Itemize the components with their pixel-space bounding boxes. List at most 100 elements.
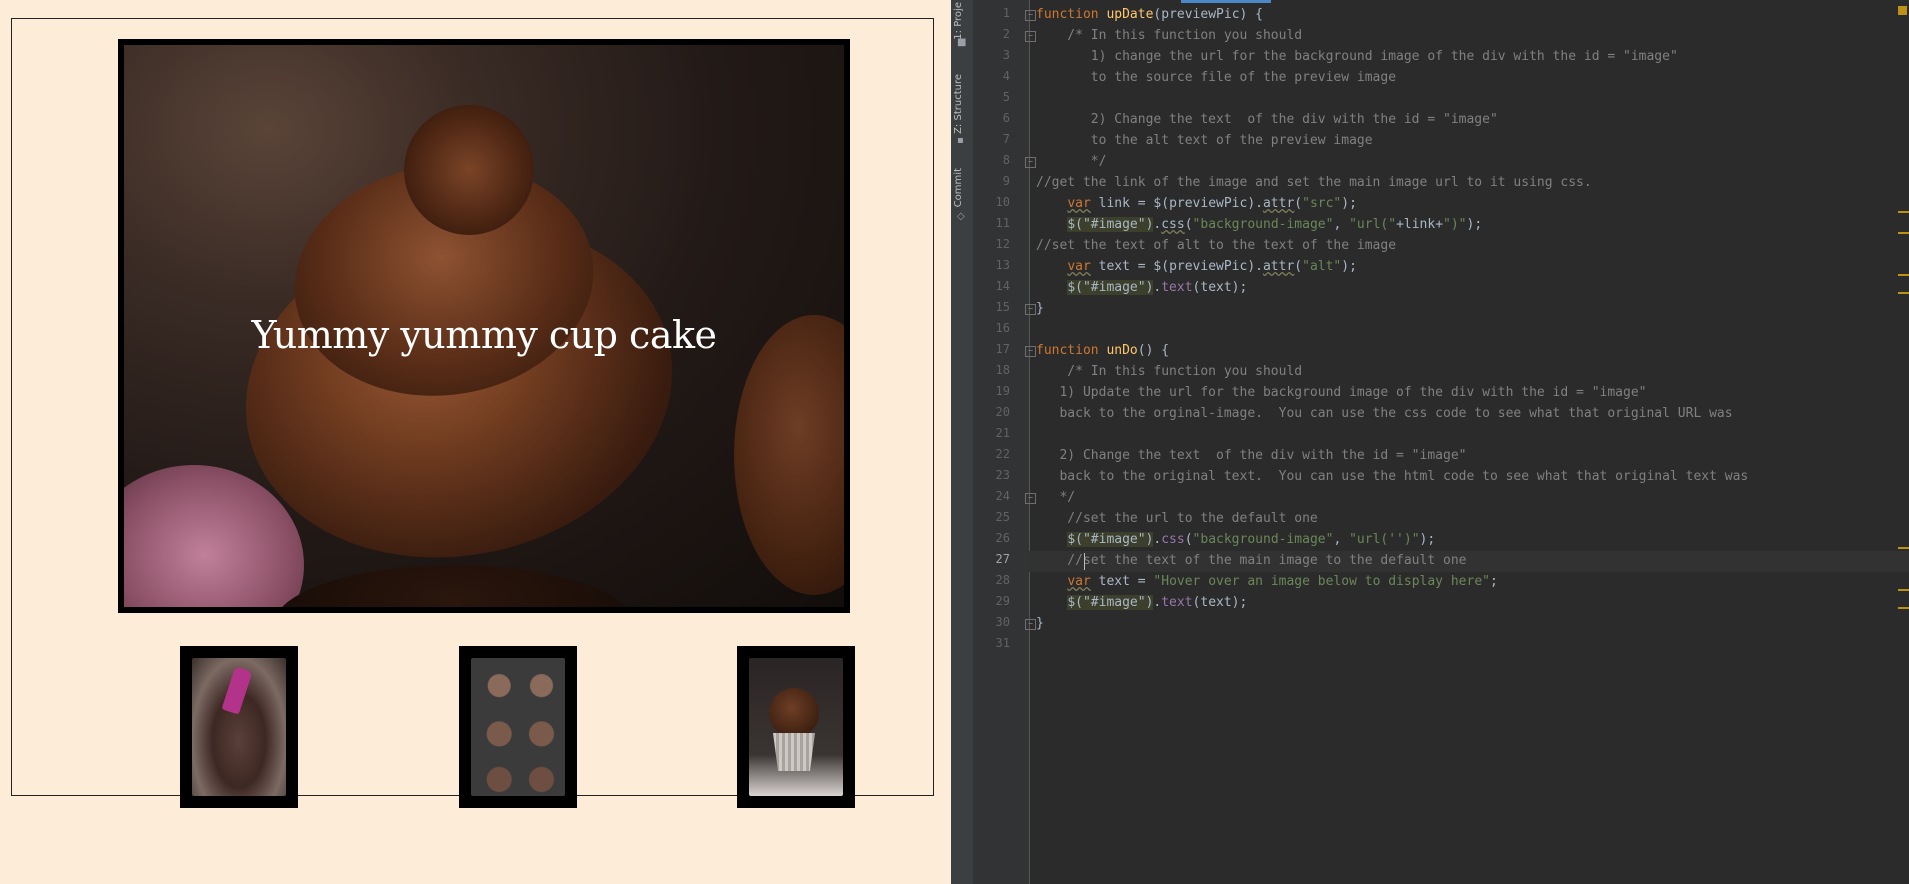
code-text: text = $(previewPic). xyxy=(1090,259,1263,274)
line-number: 24 xyxy=(995,489,1010,503)
line-number: 21 xyxy=(995,426,1010,440)
method: css xyxy=(1161,532,1185,547)
string: "Hover over an image below to display he… xyxy=(1153,574,1490,589)
jquery-selector: $("#image") xyxy=(1067,280,1154,295)
code-line-26: $("#image").css("background-image", "url… xyxy=(1036,529,1435,550)
fold-marker[interactable]: − xyxy=(1025,493,1036,504)
structure-icon: ▪ xyxy=(957,135,964,146)
code-line-18: /* In this function you should xyxy=(1036,364,1303,379)
code-line-14: $("#image").text(text); xyxy=(1036,277,1247,298)
commit-icon: ◇ xyxy=(957,211,965,222)
browser-preview-pane: Yummy yummy cup cake xyxy=(0,0,951,884)
fold-marker[interactable]: − xyxy=(1025,10,1036,21)
code-text: link = $(previewPic). xyxy=(1090,196,1263,211)
code-line-11: $("#image").css("background-image", "url… xyxy=(1036,214,1482,235)
code-text: (text); xyxy=(1192,280,1248,295)
code-line-25: //set the url to the default one xyxy=(1036,511,1318,526)
line-number: 8 xyxy=(1002,153,1010,167)
code-text: ( xyxy=(1294,196,1303,211)
warning-marker[interactable] xyxy=(1898,589,1909,591)
main-image-cupcake-base xyxy=(274,565,634,607)
code-line-13: var text = $(previewPic).attr("alt"); xyxy=(1036,256,1357,277)
code-line-30: } xyxy=(1036,616,1044,631)
line-number: 11 xyxy=(995,216,1010,230)
method: text xyxy=(1161,280,1193,295)
string: ")" xyxy=(1443,217,1467,232)
tool-tab-commit[interactable]: Commit xyxy=(953,168,964,207)
method: attr xyxy=(1262,259,1295,274)
code-text: (previewPic) { xyxy=(1153,7,1263,22)
code-text: text = xyxy=(1090,574,1154,589)
line-number: 16 xyxy=(995,321,1010,335)
preview-thumbnail-cupcake[interactable] xyxy=(737,646,855,808)
fold-marker[interactable]: − xyxy=(1025,31,1036,42)
fold-marker[interactable]: − xyxy=(1025,157,1036,168)
code-line-23: back to the original text. You can use t… xyxy=(1036,469,1749,484)
keyword: function xyxy=(1036,7,1099,22)
thumbnail-image xyxy=(471,658,565,796)
code-text: ); xyxy=(1466,217,1483,232)
code-editor[interactable]: function upDate(previewPic) { /* In this… xyxy=(1036,0,1909,884)
tool-tab-structure[interactable]: Z: Structure xyxy=(953,74,964,134)
code-line-19: 1) Update the url for the background ima… xyxy=(1036,385,1647,400)
main-image-caption: Yummy yummy cup cake xyxy=(251,313,717,357)
code-line-2: /* In this function you should xyxy=(1036,28,1303,43)
line-number: 17 xyxy=(995,342,1010,356)
code-line-4: to the source file of the preview image xyxy=(1036,70,1397,85)
gallery-container: Yummy yummy cup cake xyxy=(11,18,934,808)
string: "background-image" xyxy=(1192,217,1334,232)
line-number: 6 xyxy=(1002,111,1010,125)
code-line-1: function upDate(previewPic) { xyxy=(1036,4,1263,25)
code-text: (text); xyxy=(1192,595,1248,610)
inspection-status-icon[interactable] xyxy=(1898,6,1907,15)
warning-marker[interactable] xyxy=(1898,547,1909,549)
string: "alt" xyxy=(1302,259,1342,274)
warning-marker[interactable] xyxy=(1898,292,1909,294)
line-number: 7 xyxy=(1002,132,1010,146)
method: text xyxy=(1161,595,1193,610)
line-number: 19 xyxy=(995,384,1010,398)
code-line-29: $("#image").text(text); xyxy=(1036,592,1247,613)
line-number: 29 xyxy=(995,594,1010,608)
line-number: 28 xyxy=(995,573,1010,587)
line-number: 20 xyxy=(995,405,1010,419)
function-name: upDate xyxy=(1106,7,1154,22)
code-text: ( xyxy=(1294,259,1303,274)
code-text: ); xyxy=(1341,259,1357,274)
line-number: 12 xyxy=(995,237,1010,251)
code-line-15: } xyxy=(1036,301,1044,316)
line-number: 23 xyxy=(995,468,1010,482)
tool-tab-project[interactable]: 1: Proje xyxy=(953,2,964,40)
keyword: var xyxy=(1067,574,1091,589)
fold-marker[interactable]: − xyxy=(1025,304,1036,315)
preview-thumbnail-tin[interactable] xyxy=(459,646,577,808)
code-line-24: */ xyxy=(1036,490,1076,505)
code-text: ( xyxy=(1184,532,1193,547)
code-text: ( xyxy=(1184,217,1193,232)
code-line-8: */ xyxy=(1036,154,1107,169)
code-text: ; xyxy=(1489,574,1498,589)
keyword: function xyxy=(1036,343,1099,358)
line-number: 5 xyxy=(1002,90,1010,104)
method: css xyxy=(1161,217,1185,232)
fold-marker[interactable]: − xyxy=(1025,346,1036,357)
warning-marker[interactable] xyxy=(1898,274,1909,276)
code-text: ); xyxy=(1419,532,1436,547)
folder-icon: ■ xyxy=(957,37,967,48)
warning-marker[interactable] xyxy=(1898,232,1909,234)
fold-marker[interactable]: − xyxy=(1025,619,1036,630)
line-number: 2 xyxy=(1002,27,1010,41)
preview-thumbnail-batter[interactable] xyxy=(180,646,298,808)
code-line-28: var text = "Hover over an image below to… xyxy=(1036,571,1498,592)
code-text: () { xyxy=(1137,343,1170,358)
warning-marker[interactable] xyxy=(1898,607,1909,609)
line-number: 4 xyxy=(1002,69,1010,83)
line-number: 22 xyxy=(995,447,1010,461)
jquery-selector: $("#image") xyxy=(1067,532,1154,547)
code-line-20: back to the orginal-image. You can use t… xyxy=(1036,406,1733,421)
thumbnail-image xyxy=(749,658,843,796)
line-number: 26 xyxy=(995,531,1010,545)
string: "background-image" xyxy=(1192,532,1334,547)
ide-editor-pane: 1: Proje ■ Z: Structure ▪ Commit ◇ 12345… xyxy=(951,0,1909,884)
warning-marker[interactable] xyxy=(1898,211,1909,213)
